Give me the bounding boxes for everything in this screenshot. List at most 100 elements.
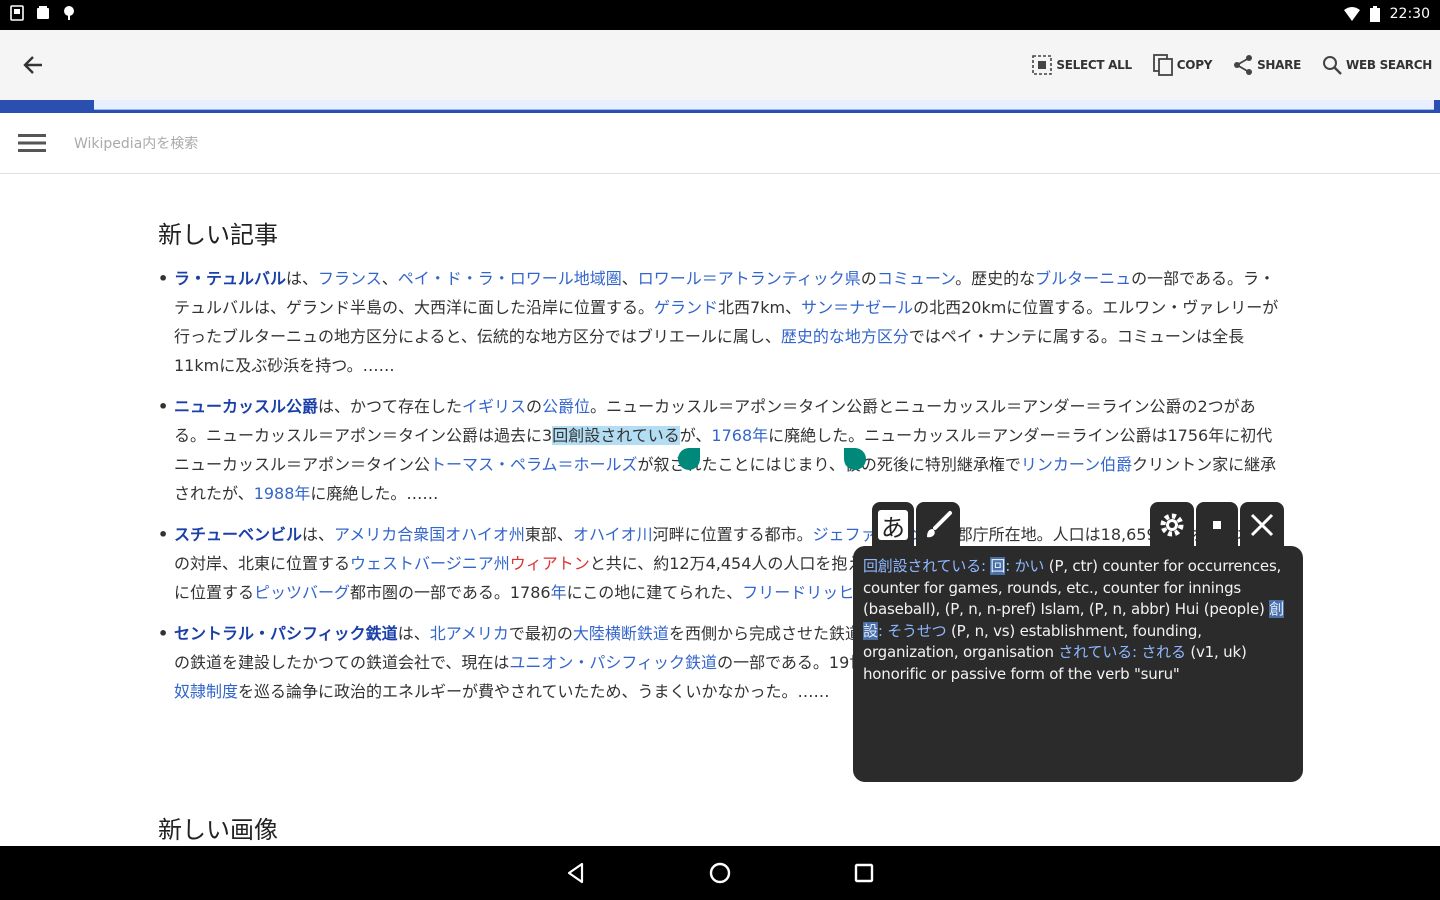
wiki-search-input[interactable] <box>72 130 676 158</box>
article-text: 河畔に位置する都市。 <box>652 525 813 544</box>
dictionary-term: される <box>1141 643 1186 661</box>
close-button[interactable] <box>1240 502 1284 548</box>
select-all-button[interactable]: SELECT ALL <box>1031 54 1132 76</box>
selection-handle-end[interactable] <box>844 448 866 470</box>
triangle-back-icon <box>567 862 584 884</box>
dictionary-term: 回 <box>990 557 1006 575</box>
nav-back-button[interactable] <box>560 857 592 889</box>
dictionary-definition: 回創設されている: 回: かい (P, ctr) counter for occ… <box>863 556 1293 685</box>
article-title-link[interactable]: セントラル・パシフィック鉄道 <box>174 624 398 643</box>
selection-actions: SELECT ALL COPY SHARE WEB SEARCH <box>1031 30 1432 100</box>
dictionary-term: そうせつ <box>887 621 947 640</box>
article-link[interactable]: ユニオン・パシフィック鉄道 <box>509 653 717 672</box>
dot-icon <box>1213 521 1221 529</box>
article-link[interactable]: オハイオ川 <box>573 525 653 544</box>
article-title-link[interactable]: ラ・テュルバル <box>174 269 286 288</box>
article-link[interactable]: オハイオ州 <box>445 525 525 544</box>
article-link[interactable]: 奴隷制度 <box>174 682 238 701</box>
article-link[interactable]: ピッツバーグ <box>254 583 350 602</box>
status-time: 22:30 <box>1389 6 1430 22</box>
arrow-left-icon <box>23 56 42 74</box>
nav-recents-button[interactable] <box>848 857 880 889</box>
article-link[interactable]: アメリカ合衆国 <box>334 525 445 544</box>
article-link[interactable]: 1768年 <box>711 426 768 445</box>
article-link[interactable]: イギリス <box>462 397 526 416</box>
article-missing-link[interactable]: ウィアトン <box>510 554 590 573</box>
article-text: 。歴史的な <box>955 269 1036 288</box>
status-bar: 22:30 <box>0 0 1440 30</box>
article-link[interactable]: フランス <box>318 269 382 288</box>
share-icon <box>1234 55 1253 75</box>
article-text: は、 <box>286 269 319 288</box>
article-link[interactable]: ロワール＝アトランティック県 <box>638 269 861 288</box>
article-text: の <box>526 397 543 416</box>
article-text: は、かつて存在した <box>318 397 463 416</box>
article-text: 北西7km、 <box>718 298 802 317</box>
article-link[interactable]: サン＝ナゼール <box>801 298 913 317</box>
minimize-button[interactable] <box>1196 502 1238 548</box>
close-icon <box>1250 513 1274 537</box>
back-button[interactable] <box>12 44 54 86</box>
browser-address-bar <box>0 100 1440 113</box>
article-link[interactable]: 歴史的な地方区分 <box>781 327 909 346</box>
status-system: 22:30 <box>1343 6 1430 22</box>
hamburger-menu-icon[interactable] <box>18 131 46 155</box>
article-item: ニューカッスル公爵は、かつて存在したイギリスの公爵位。ニューカッスル＝アポン＝タ… <box>158 392 1284 508</box>
selection-action-bar: SELECT ALL COPY SHARE WEB SEARCH <box>0 30 1440 101</box>
notification-photos-icon <box>37 6 49 19</box>
article-link[interactable]: 北アメリカ <box>430 624 509 643</box>
brush-button[interactable] <box>916 502 960 548</box>
selection-handle-start[interactable] <box>678 448 700 470</box>
article-text: にこの地に建てられた、 <box>566 583 743 602</box>
article-link[interactable]: ブルターニュ <box>1035 269 1131 288</box>
article-link[interactable]: 年 <box>551 583 567 602</box>
article-text: を巡る論争に政治的エネルギーが費やされていたため、うまくいかなかった。…… <box>238 682 830 701</box>
article-link[interactable]: ウェストバージニア州 <box>350 554 510 573</box>
article-text: に廃絶した。…… <box>310 484 439 503</box>
hiragana-toggle-button[interactable]: あ <box>872 502 914 548</box>
battery-icon <box>1369 6 1380 22</box>
address-field[interactable] <box>94 100 1434 110</box>
article-text: は、 <box>397 624 430 643</box>
status-notifications <box>10 5 76 21</box>
article-text: は、 <box>302 525 335 544</box>
dictionary-term: : <box>1131 643 1142 661</box>
selected-text: 回創設されている <box>552 426 680 445</box>
web-search-button[interactable]: WEB SEARCH <box>1321 54 1432 76</box>
share-button[interactable]: SHARE <box>1232 54 1301 76</box>
article-link[interactable]: 1988年 <box>254 484 311 503</box>
section-title-new-images: 新しい画像 <box>158 816 278 844</box>
square-recents-icon <box>854 863 874 883</box>
article-text: 東部、 <box>524 525 573 544</box>
notification-app-icon <box>10 5 24 21</box>
article-link[interactable]: 大陸横断鉄道 <box>573 624 669 643</box>
article-link[interactable]: リンカーン伯爵 <box>1021 455 1132 474</box>
article-text: 、 <box>621 269 638 288</box>
article-link[interactable]: ペイ・ド・ラ・ロワール地域圏 <box>398 269 622 288</box>
copy-icon <box>1152 54 1173 76</box>
article-text: 都市圏の一部である。1786 <box>350 583 551 602</box>
wiki-header <box>0 113 1440 174</box>
nav-home-button[interactable] <box>704 857 736 889</box>
settings-button[interactable] <box>1150 502 1194 548</box>
dictionary-term: かい <box>1014 557 1045 575</box>
dictionary-popup: 回創設されている: 回: かい (P, ctr) counter for occ… <box>853 546 1303 782</box>
dictionary-term: : <box>1005 557 1015 575</box>
article-title-link[interactable]: ニューカッスル公爵 <box>174 397 318 416</box>
section-title-new-articles: 新しい記事 <box>158 221 278 249</box>
article-title-link[interactable]: スチューベンビル <box>174 525 302 544</box>
article-link[interactable]: 公爵位 <box>542 397 590 416</box>
article-item: ラ・テュルバルは、フランス、ペイ・ド・ラ・ロワール地域圏、ロワール＝アトランティ… <box>158 264 1284 380</box>
notification-location-icon <box>64 6 74 20</box>
dictionary-term: されている <box>1058 643 1132 661</box>
article-link[interactable]: ゲランド <box>654 298 718 317</box>
article-text: で最初の <box>508 624 573 643</box>
gear-icon <box>1160 513 1184 537</box>
article-text: の <box>860 269 877 288</box>
brush-icon <box>927 511 952 538</box>
article-link[interactable]: コミューン <box>877 269 955 288</box>
dictionary-term: : <box>877 621 888 640</box>
copy-button[interactable]: COPY <box>1152 53 1212 77</box>
article-link[interactable]: トーマス・ペラム＝ホールズ <box>430 455 638 474</box>
wifi-icon <box>1343 7 1360 21</box>
